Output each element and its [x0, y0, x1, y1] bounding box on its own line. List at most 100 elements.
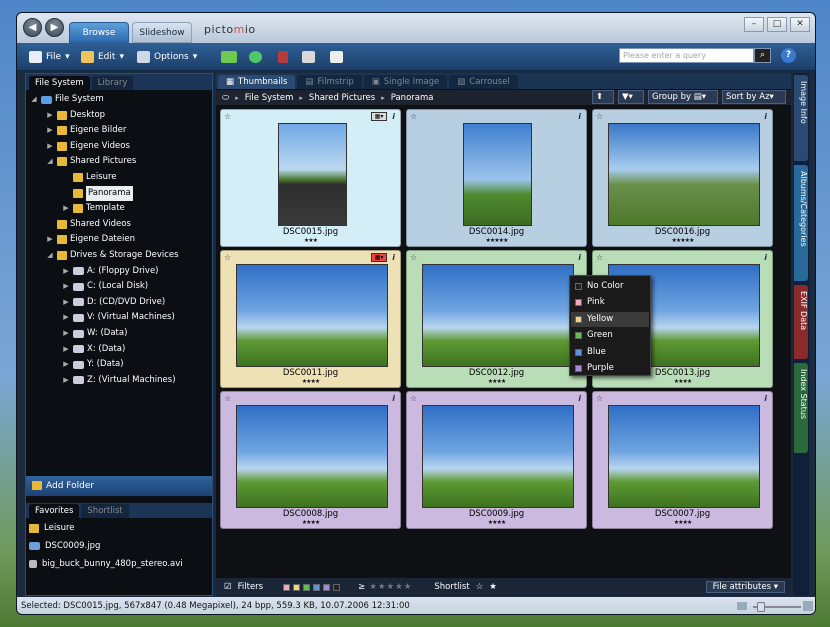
tree-item[interactable]: ▶ V: (Virtual Machines): [62, 310, 175, 325]
maximize-button[interactable]: □: [767, 17, 787, 32]
info-icon[interactable]: i: [392, 394, 395, 403]
slideshow-button[interactable]: [302, 49, 315, 65]
shortlist-star-icon[interactable]: ☆: [596, 394, 603, 403]
tree-item[interactable]: ▶ Eigene Dateien: [46, 232, 135, 247]
tree-item[interactable]: ◢ Drives & Storage Devices: [46, 248, 179, 263]
shortlist-star-icon[interactable]: ★: [489, 582, 497, 592]
tree-item[interactable]: ▶ X: (Data): [62, 342, 125, 357]
back-button[interactable]: ◀: [23, 18, 42, 37]
print-button[interactable]: [330, 49, 343, 65]
zoom-out-icon[interactable]: [737, 602, 747, 610]
thumbnail-rating[interactable]: ★★★★: [593, 378, 772, 385]
color-filter-swatch[interactable]: [283, 583, 291, 591]
thumbnail-item[interactable]: ☆ i DSC0009.jpg ★★★★: [406, 391, 587, 529]
tree-item[interactable]: Panorama: [62, 185, 133, 201]
refresh-button[interactable]: [249, 49, 262, 65]
tree-item[interactable]: ▶ Eigene Videos: [46, 139, 130, 154]
tree-item[interactable]: Leisure: [62, 170, 117, 185]
tab-library[interactable]: Library: [91, 76, 134, 90]
tree-item[interactable]: ▶ Z: (Virtual Machines): [62, 373, 175, 388]
color-filter-swatch[interactable]: [313, 583, 321, 591]
import-button[interactable]: [221, 49, 237, 65]
collapsed-arrow-icon[interactable]: ▶: [62, 201, 70, 216]
zoom-in-icon[interactable]: [803, 601, 813, 611]
search-icon[interactable]: ⌕: [754, 48, 771, 63]
shortlist-star-icon[interactable]: ☆: [410, 112, 417, 121]
expanded-arrow-icon[interactable]: ◢: [46, 248, 54, 263]
info-icon[interactable]: i: [578, 253, 581, 262]
thumbnail-rating[interactable]: ★★★★: [407, 378, 586, 385]
color-menu-item[interactable]: No Color: [571, 279, 649, 294]
color-menu-item[interactable]: Pink: [571, 295, 649, 310]
thumbnail-item[interactable]: ☆ i DSC0015.jpg ★★★ ▦▾: [220, 109, 401, 247]
info-icon[interactable]: i: [764, 394, 767, 403]
tree-item[interactable]: ▶ Y: (Data): [62, 357, 123, 372]
shortlist-star-icon[interactable]: ☆: [224, 394, 231, 403]
tab-single-image[interactable]: ▣ Single Image: [363, 75, 448, 89]
delete-button[interactable]: [278, 49, 288, 65]
thumbnail-image[interactable]: [463, 123, 532, 226]
collapsed-arrow-icon[interactable]: ▶: [62, 357, 70, 372]
right-tab[interactable]: Albums/Categories: [794, 165, 808, 281]
thumbnail-rating[interactable]: ★★★★★: [593, 237, 772, 244]
color-label-dropdown-icon[interactable]: ▦▾: [371, 112, 387, 121]
collapsed-arrow-icon[interactable]: ▶: [62, 342, 70, 357]
tab-thumbnails[interactable]: ▦ Thumbnails: [218, 75, 296, 89]
edit-menu[interactable]: Edit ▾: [81, 49, 124, 65]
rating-operator[interactable]: ≥: [358, 582, 365, 592]
thumbnail-image[interactable]: [608, 123, 760, 226]
color-filter-swatch[interactable]: [333, 583, 341, 591]
tree-item[interactable]: ▶ D: (CD/DVD Drive): [62, 295, 165, 310]
tree-item[interactable]: ▶ Template: [62, 201, 125, 216]
collapsed-arrow-icon[interactable]: ▶: [62, 264, 70, 279]
thumbnail-rating[interactable]: ★★★★★: [407, 237, 586, 244]
thumbnail-image[interactable]: [236, 405, 388, 508]
tab-browse[interactable]: Browse: [69, 22, 129, 43]
tree-item[interactable]: ▶ C: (Local Disk): [62, 279, 148, 294]
close-button[interactable]: ✕: [790, 17, 810, 32]
shortlist-star-icon[interactable]: ☆: [224, 253, 231, 262]
thumbnail-image[interactable]: [236, 264, 388, 367]
thumbnail-rating[interactable]: ★★★★: [407, 519, 586, 526]
thumbnail-image[interactable]: [422, 264, 574, 367]
breadcrumb-item[interactable]: File System: [239, 93, 300, 103]
search-input[interactable]: Please enter a query: [619, 48, 754, 63]
collapsed-arrow-icon[interactable]: ▶: [46, 108, 54, 123]
color-filter-swatch[interactable]: [323, 583, 331, 591]
file-attributes-button[interactable]: File attributes ▾: [705, 581, 785, 593]
info-icon[interactable]: i: [764, 112, 767, 121]
tree-item[interactable]: ◢ Shared Pictures: [46, 154, 136, 169]
collapsed-arrow-icon[interactable]: ▶: [62, 279, 70, 294]
zoom-slider-handle[interactable]: [757, 602, 765, 612]
filters-checkbox[interactable]: ☑: [224, 582, 232, 592]
collapsed-arrow-icon[interactable]: ▶: [46, 139, 54, 154]
tab-slideshow[interactable]: Slideshow: [132, 22, 192, 43]
right-tab[interactable]: Index Status: [794, 363, 808, 453]
shortlist-outline-star-icon[interactable]: ☆: [476, 582, 484, 592]
thumbnail-item[interactable]: ☆ i DSC0011.jpg ★★★★ ▦▾: [220, 250, 401, 388]
info-icon[interactable]: i: [392, 253, 395, 262]
color-label-dropdown-icon[interactable]: ▦▾: [371, 253, 387, 262]
tree-item[interactable]: Shared Videos: [46, 217, 131, 232]
tab-carrousel[interactable]: ▧ Carrousel: [449, 75, 518, 89]
color-menu-item[interactable]: Blue: [571, 345, 649, 360]
expanded-arrow-icon[interactable]: ◢: [46, 154, 54, 169]
filter-icon[interactable]: ▼▾: [618, 90, 644, 104]
group-by-button[interactable]: Group by ▤▾: [648, 90, 718, 104]
favorite-item[interactable]: Leisure: [29, 520, 75, 536]
collapsed-arrow-icon[interactable]: ▶: [46, 232, 54, 247]
file-menu[interactable]: File ▾: [29, 49, 70, 65]
thumbnail-rating[interactable]: ★★★★: [221, 519, 400, 526]
tab-favorites[interactable]: Favorites: [29, 504, 80, 518]
breadcrumb-item[interactable]: Panorama: [385, 93, 440, 103]
thumbnail-rating[interactable]: ★★★★: [221, 378, 400, 385]
minimize-button[interactable]: –: [744, 17, 764, 32]
rating-filter[interactable]: ★★★★★: [369, 582, 412, 592]
expanded-arrow-icon[interactable]: ◢: [30, 92, 38, 107]
tab-shortlist[interactable]: Shortlist: [81, 504, 129, 518]
up-folder-button[interactable]: ⬆: [592, 90, 614, 104]
shortlist-star-icon[interactable]: ☆: [596, 112, 603, 121]
thumbnail-image[interactable]: [422, 405, 574, 508]
sort-by-button[interactable]: Sort by Az▾: [722, 90, 786, 104]
color-menu-item[interactable]: Purple: [571, 361, 649, 376]
